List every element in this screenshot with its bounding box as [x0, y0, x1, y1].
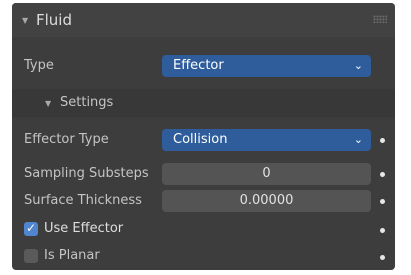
keyframe-dot-icon[interactable]	[380, 255, 385, 260]
type-value: Effector	[173, 58, 224, 73]
settings-subpanel-header[interactable]: ▼ Settings	[12, 89, 395, 117]
type-dropdown[interactable]: Effector ⌄	[162, 55, 371, 77]
is-planar-checkbox-row[interactable]: Is Planar	[24, 246, 224, 266]
drag-grip-icon[interactable]	[373, 15, 387, 23]
chevron-down-icon: ⌄	[353, 59, 363, 72]
use-effector-checkbox-row[interactable]: ✓ Use Effector	[24, 220, 224, 240]
settings-title: Settings	[60, 95, 114, 110]
effector-type-label: Effector Type	[24, 132, 109, 147]
keyframe-dot-icon[interactable]	[380, 172, 385, 177]
keyframe-dot-icon[interactable]	[380, 138, 385, 143]
collapse-triangle-icon[interactable]: ▼	[22, 16, 28, 25]
use-effector-checkbox[interactable]: ✓	[24, 221, 38, 236]
effector-type-dropdown[interactable]: Collision ⌄	[162, 129, 371, 151]
fluid-panel: ▼ Fluid Type Effector ⌄ ▼ Settings Effec…	[12, 3, 395, 270]
surface-thickness-field[interactable]: 0.00000	[162, 190, 371, 212]
is-planar-checkbox[interactable]	[24, 249, 38, 263]
keyframe-dot-icon[interactable]	[380, 199, 385, 204]
sampling-substeps-label: Sampling Substeps	[24, 166, 149, 181]
effector-type-value: Collision	[173, 132, 228, 147]
panel-title: Fluid	[36, 11, 72, 29]
is-planar-label: Is Planar	[44, 248, 100, 263]
checkmark-icon: ✓	[26, 221, 37, 235]
collapse-triangle-icon[interactable]: ▼	[45, 99, 51, 108]
panel-header[interactable]: ▼ Fluid	[12, 3, 395, 37]
sampling-substeps-field[interactable]: 0	[162, 163, 371, 185]
use-effector-label: Use Effector	[44, 221, 124, 236]
type-label: Type	[24, 58, 54, 73]
keyframe-dot-icon[interactable]	[380, 228, 385, 233]
surface-thickness-label: Surface Thickness	[24, 193, 142, 208]
chevron-down-icon: ⌄	[353, 133, 363, 146]
